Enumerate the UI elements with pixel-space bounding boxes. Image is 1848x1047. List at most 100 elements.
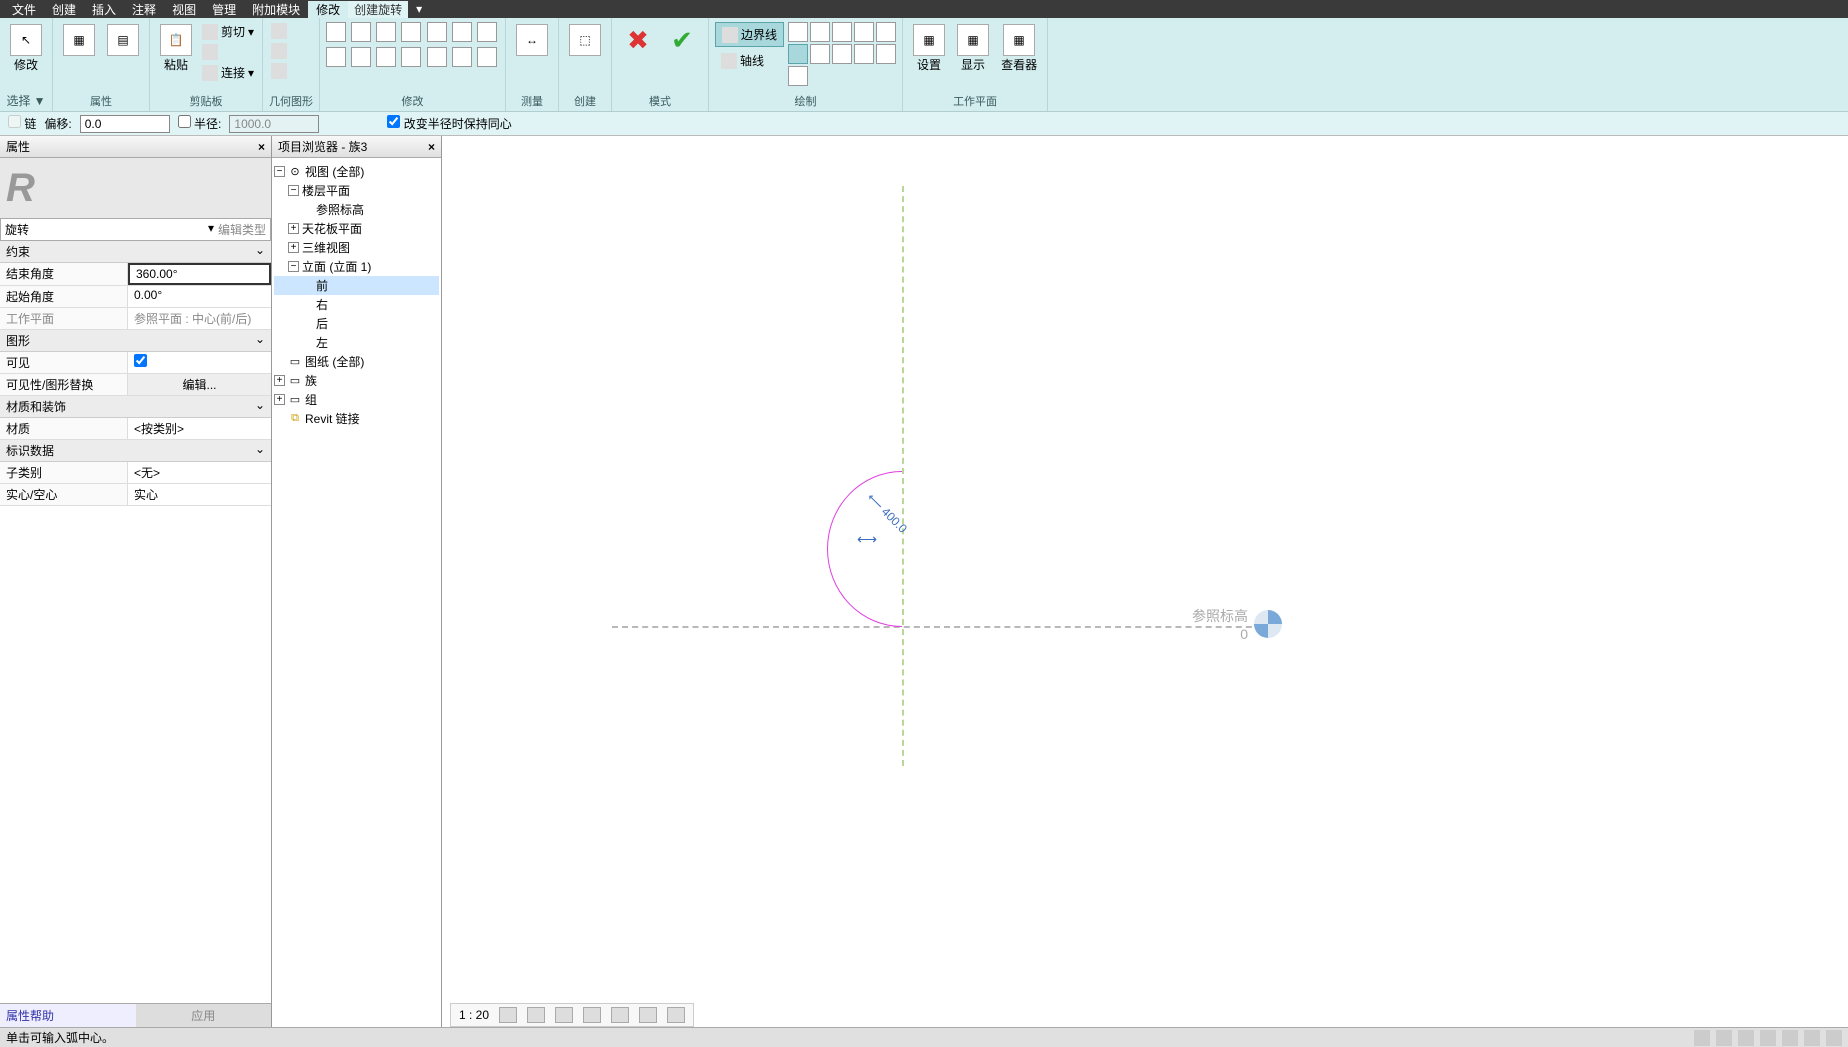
crop-region-icon[interactable] bbox=[639, 1007, 657, 1023]
menu-addins[interactable]: 附加模块 bbox=[244, 1, 308, 18]
crop-view-icon[interactable] bbox=[611, 1007, 629, 1023]
edit-type-button[interactable]: 编辑类型 bbox=[218, 221, 266, 238]
rect-tool-icon[interactable] bbox=[810, 22, 830, 42]
status-icon-2[interactable] bbox=[1716, 1030, 1732, 1046]
radius-checkbox[interactable]: 半径: bbox=[178, 115, 222, 132]
move-icon[interactable] bbox=[326, 47, 346, 67]
geom-btn-3[interactable] bbox=[269, 62, 289, 80]
tree-elev[interactable]: −立面 (立面 1) bbox=[274, 257, 439, 276]
fillet-icon[interactable] bbox=[832, 44, 852, 64]
unpin-icon[interactable] bbox=[452, 47, 472, 67]
pin-icon[interactable] bbox=[427, 47, 447, 67]
menu-modify-active[interactable]: 修改 bbox=[308, 1, 348, 18]
prop-start-angle[interactable]: 起始角度0.00° bbox=[0, 286, 271, 308]
cat-materials[interactable]: 材质和装饰⌄ bbox=[0, 396, 271, 418]
wp-set-button[interactable]: ▦设置 bbox=[909, 22, 949, 75]
tree-views[interactable]: −⊙视图 (全部) bbox=[274, 162, 439, 181]
spline-icon[interactable] bbox=[854, 44, 874, 64]
mirror-pick-icon[interactable] bbox=[376, 22, 396, 42]
delete-icon[interactable] bbox=[477, 47, 497, 67]
scale-icon[interactable] bbox=[477, 22, 497, 42]
select-modify-button[interactable]: ↖ 修改 bbox=[6, 22, 46, 75]
wp-show-button[interactable]: ▦显示 bbox=[953, 22, 993, 75]
menu-file[interactable]: 文件 bbox=[4, 1, 44, 18]
create-button[interactable]: ⬚ bbox=[565, 22, 605, 58]
arc-center-icon[interactable] bbox=[788, 44, 808, 64]
status-icon-5[interactable] bbox=[1782, 1030, 1798, 1046]
browser-header[interactable]: 项目浏览器 - 族3 × bbox=[272, 136, 441, 158]
flip-control-icon[interactable]: ⟷ bbox=[857, 531, 877, 548]
tree-elev-left[interactable]: 左 bbox=[274, 333, 439, 352]
geom-btn-2[interactable] bbox=[269, 42, 289, 60]
prop-solid[interactable]: 实心/空心实心 bbox=[0, 484, 271, 506]
sun-path-icon[interactable] bbox=[555, 1007, 573, 1023]
split-icon[interactable] bbox=[427, 22, 447, 42]
cancel-mode-button[interactable]: ✖ bbox=[618, 22, 658, 58]
select-dropdown-icon[interactable]: ▼ bbox=[34, 94, 46, 108]
measure-button[interactable]: ↔ bbox=[512, 22, 552, 58]
prop-vis-override[interactable]: 可见性/图形替换编辑... bbox=[0, 374, 271, 396]
type-selector[interactable]: 旋转 ▾编辑类型 bbox=[0, 218, 271, 241]
tree-floorplans[interactable]: −楼层平面 bbox=[274, 181, 439, 200]
axis-line-button[interactable]: 轴线 bbox=[715, 49, 784, 72]
hide-isolate-icon[interactable] bbox=[667, 1007, 685, 1023]
tree-ceiling[interactable]: +天花板平面 bbox=[274, 219, 439, 238]
finish-mode-button[interactable]: ✔ bbox=[662, 22, 702, 58]
properties-header[interactable]: 属性 × bbox=[0, 136, 271, 158]
status-icon-3[interactable] bbox=[1738, 1030, 1754, 1046]
radius-input[interactable] bbox=[229, 115, 319, 133]
chain-checkbox[interactable]: 链 bbox=[8, 115, 36, 132]
prop-end-angle[interactable]: 结束角度360.00° bbox=[0, 263, 271, 286]
tree-ref-level[interactable]: 参照标高 bbox=[274, 200, 439, 219]
circle-tool-icon[interactable] bbox=[854, 22, 874, 42]
cat-constraints[interactable]: 约束⌄ bbox=[0, 241, 271, 263]
offset-icon[interactable] bbox=[351, 22, 371, 42]
tree-elev-right[interactable]: 右 bbox=[274, 295, 439, 314]
menu-view[interactable]: 视图 bbox=[164, 1, 204, 18]
line-tool-icon[interactable] bbox=[788, 22, 808, 42]
offset-input[interactable] bbox=[80, 115, 170, 133]
menu-insert[interactable]: 插入 bbox=[84, 1, 124, 18]
boundary-line-button[interactable]: 边界线 bbox=[715, 22, 784, 47]
menu-overflow-icon[interactable]: ▾ bbox=[408, 2, 430, 16]
properties-button-2[interactable]: ▤ bbox=[103, 22, 143, 58]
tree-sheets[interactable]: ▭图纸 (全部) bbox=[274, 352, 439, 371]
visual-style-icon[interactable] bbox=[527, 1007, 545, 1023]
copy-modify-icon[interactable] bbox=[351, 47, 371, 67]
concentric-checkbox[interactable]: 改变半径时保持同心 bbox=[387, 115, 511, 132]
geom-btn-1[interactable] bbox=[269, 22, 289, 40]
close-icon[interactable]: × bbox=[428, 140, 435, 154]
filter-icon[interactable] bbox=[1826, 1030, 1842, 1046]
properties-button-1[interactable]: ▦ bbox=[59, 22, 99, 58]
arc-tan-icon[interactable] bbox=[810, 44, 830, 64]
close-icon[interactable]: × bbox=[258, 140, 265, 154]
tree-3d[interactable]: +三维视图 bbox=[274, 238, 439, 257]
pick-line-icon[interactable] bbox=[788, 66, 808, 86]
tree-families[interactable]: +▭族 bbox=[274, 371, 439, 390]
menu-context-tab[interactable]: 创建旋转 bbox=[348, 1, 408, 18]
apply-button[interactable]: 应用 bbox=[136, 1004, 272, 1027]
level-marker[interactable]: 参照标高 0 bbox=[1192, 606, 1282, 642]
copy-button[interactable] bbox=[200, 43, 256, 61]
properties-help-link[interactable]: 属性帮助 bbox=[0, 1004, 136, 1027]
scale-selector[interactable]: 1 : 20 bbox=[459, 1008, 489, 1022]
prop-visible[interactable]: 可见 bbox=[0, 352, 271, 374]
rotate-icon[interactable] bbox=[376, 47, 396, 67]
align-icon[interactable] bbox=[326, 22, 346, 42]
wp-viewer-button[interactable]: ▦查看器 bbox=[997, 22, 1041, 75]
chevron-down-icon[interactable]: ▾ bbox=[208, 221, 214, 238]
arc-3pt-icon[interactable] bbox=[876, 22, 896, 42]
status-icon-6[interactable] bbox=[1804, 1030, 1820, 1046]
tree-links[interactable]: ⧉Revit 链接 bbox=[274, 409, 439, 428]
tree-groups[interactable]: +▭组 bbox=[274, 390, 439, 409]
status-icon-1[interactable] bbox=[1694, 1030, 1710, 1046]
array-icon[interactable] bbox=[452, 22, 472, 42]
menu-manage[interactable]: 管理 bbox=[204, 1, 244, 18]
paste-button[interactable]: 📋粘贴 bbox=[156, 22, 196, 75]
prop-subcat[interactable]: 子类别<无> bbox=[0, 462, 271, 484]
cut-button[interactable]: 剪切 ▾ bbox=[200, 22, 256, 41]
tree-elev-back[interactable]: 后 bbox=[274, 314, 439, 333]
status-icon-4[interactable] bbox=[1760, 1030, 1776, 1046]
connect-button[interactable]: 连接 ▾ bbox=[200, 63, 256, 82]
ellipse-icon[interactable] bbox=[876, 44, 896, 64]
